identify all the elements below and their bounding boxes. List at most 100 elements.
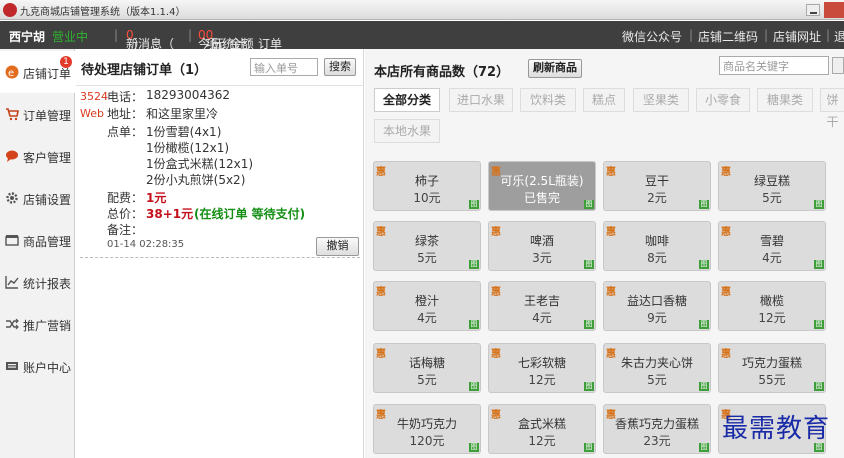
product-name: 盒式米糕: [517, 417, 566, 431]
sidebar-item-order-management[interactable]: 订单管理: [0, 93, 75, 135]
image-icon[interactable]: 图: [699, 260, 709, 269]
items-label: 点单：: [107, 125, 144, 139]
product-price: 已售完: [523, 191, 560, 205]
product-card[interactable]: 惠雪碧 4元图: [718, 221, 826, 271]
image-icon[interactable]: 图: [469, 200, 479, 209]
sidebar-item-statistics[interactable]: 统计报表: [0, 261, 75, 303]
image-icon[interactable]: 图: [699, 382, 709, 391]
product-card[interactable]: 惠咖啡 8元图: [603, 221, 711, 271]
image-icon[interactable]: 图: [584, 320, 594, 329]
order-search-input[interactable]: 输入单号: [250, 58, 318, 76]
phone-label: 电话：: [107, 90, 144, 104]
product-card[interactable]: 惠橙汁 4元图: [373, 281, 481, 331]
note-label: 备注：: [107, 223, 144, 237]
sidebar-item-account-center[interactable]: 账户中心: [0, 345, 75, 387]
wechat-link[interactable]: 微信公众号: [622, 28, 682, 45]
notification-badge: 1: [60, 56, 72, 68]
product-card[interactable]: 惠香蕉巧克力蛋糕 23元图: [603, 404, 711, 454]
tab-candy[interactable]: 糖果类: [757, 88, 813, 112]
business-status[interactable]: 营业中: [52, 28, 88, 45]
product-card[interactable]: 惠绿豆糕 5元图: [718, 161, 826, 211]
image-icon[interactable]: 图: [584, 382, 594, 391]
product-name: 柿子: [414, 174, 439, 188]
product-price: 5元: [417, 373, 437, 387]
product-card[interactable]: 惠可乐(2.5L瓶装) 已售完图: [488, 161, 596, 211]
tab-all[interactable]: 全部分类: [374, 88, 440, 112]
tab-snacks[interactable]: 小零食: [696, 88, 750, 112]
image-icon[interactable]: 图: [469, 443, 479, 452]
product-card[interactable]: 惠绿茶 5元图: [373, 221, 481, 271]
product-card[interactable]: 惠啤酒 3元图: [488, 221, 596, 271]
product-card[interactable]: 惠七彩软糖 12元图: [488, 343, 596, 393]
product-card[interactable]: 惠柿子 10元图: [373, 161, 481, 211]
product-card[interactable]: 惠巧克力蛋糕 55元图: [718, 343, 826, 393]
image-icon[interactable]: 图: [814, 260, 824, 269]
image-icon[interactable]: 图: [469, 260, 479, 269]
tab-local-fruit[interactable]: 本地水果: [374, 119, 440, 143]
product-card[interactable]: 惠牛奶巧克力 120元图: [373, 404, 481, 454]
product-card[interactable]: 惠橄榄 12元图: [718, 281, 826, 331]
tab-imported-fruit[interactable]: 进口水果: [449, 88, 513, 112]
product-price: 3元: [532, 251, 552, 265]
product-search-input[interactable]: 商品名关键字: [719, 56, 829, 75]
sidebar-item-promotion[interactable]: 推广营销: [0, 303, 75, 345]
sidebar-item-customer-management[interactable]: 客户管理: [0, 135, 75, 177]
image-icon[interactable]: 图: [584, 443, 594, 452]
sidebar-item-store-orders[interactable]: e 店铺订单 1: [0, 51, 75, 93]
window-title: 九克商城店铺管理系统（版本1.1.4）: [20, 7, 186, 18]
product-price: 23元: [643, 434, 671, 448]
product-card[interactable]: 惠王老吉 4元图: [488, 281, 596, 331]
refresh-products-button[interactable]: 刷新商品: [528, 59, 582, 78]
phone-value: 18293004362: [146, 88, 230, 102]
sidebar-item-product-management[interactable]: 商品管理: [0, 219, 75, 261]
order-item: 2份小丸煎饼(5x2): [146, 173, 246, 187]
product-name: 话梅糖: [408, 356, 445, 370]
order-search-button[interactable]: 搜索: [324, 58, 356, 76]
close-button[interactable]: [824, 2, 844, 18]
image-icon[interactable]: 图: [814, 382, 824, 391]
product-search-button[interactable]: [832, 57, 844, 74]
image-icon[interactable]: 图: [469, 320, 479, 329]
wallet-icon: [6, 362, 18, 370]
image-icon[interactable]: 图: [814, 320, 824, 329]
chart-icon: [5, 276, 19, 289]
svg-text:e: e: [8, 68, 14, 79]
sidebar-item-store-settings[interactable]: 店铺设置: [0, 177, 75, 219]
new-message-link[interactable]: 新消息（ 0）: [126, 28, 174, 51]
order-item: 1份雪碧(4x1): [146, 125, 222, 139]
product-name: 香蕉巧克力蛋糕: [614, 417, 699, 431]
store-qrcode-link[interactable]: 店铺二维码: [698, 28, 758, 45]
image-icon[interactable]: 图: [699, 320, 709, 329]
product-card[interactable]: 惠盒式米糕 12元图: [488, 404, 596, 454]
product-name: 咖啡: [644, 234, 669, 248]
image-icon[interactable]: 图: [699, 200, 709, 209]
product-price: 8元: [647, 251, 667, 265]
product-price: 5元: [647, 373, 667, 387]
image-icon[interactable]: 图: [814, 200, 824, 209]
product-card[interactable]: 惠益达口香糖 9元图: [603, 281, 711, 331]
watermark-text: 最需教育: [722, 414, 831, 444]
cancel-order-button[interactable]: 撤销: [316, 237, 359, 256]
address-label: 地址：: [107, 107, 144, 121]
store-url-link[interactable]: 店铺网址: [773, 28, 821, 45]
image-icon[interactable]: 图: [699, 443, 709, 452]
product-card[interactable]: 惠话梅糖 5元图: [373, 343, 481, 393]
tab-pastry[interactable]: 糕点: [583, 88, 625, 112]
image-icon[interactable]: 图: [584, 260, 594, 269]
image-icon[interactable]: 图: [584, 200, 594, 209]
logout-link[interactable]: 退: [834, 28, 844, 45]
product-name: 朱古力夹心饼: [620, 356, 693, 370]
product-card[interactable]: 惠豆干 2元图: [603, 161, 711, 211]
minimize-button[interactable]: [806, 4, 820, 16]
product-name: 雪碧: [759, 234, 784, 248]
tab-drinks[interactable]: 饮料类: [520, 88, 576, 112]
tab-nuts[interactable]: 坚果类: [633, 88, 689, 112]
product-name: 可乐(2.5L瓶装): [500, 174, 584, 188]
product-card[interactable]: 惠朱古力夹心饼 5元图: [603, 343, 711, 393]
product-price: 10元: [413, 191, 441, 205]
product-name: 益达口香糖: [626, 294, 687, 308]
shop-icon: [5, 235, 19, 246]
image-icon[interactable]: 图: [469, 382, 479, 391]
order-id: 3524: [80, 90, 108, 103]
tab-biscuits[interactable]: 饼干: [820, 88, 844, 129]
